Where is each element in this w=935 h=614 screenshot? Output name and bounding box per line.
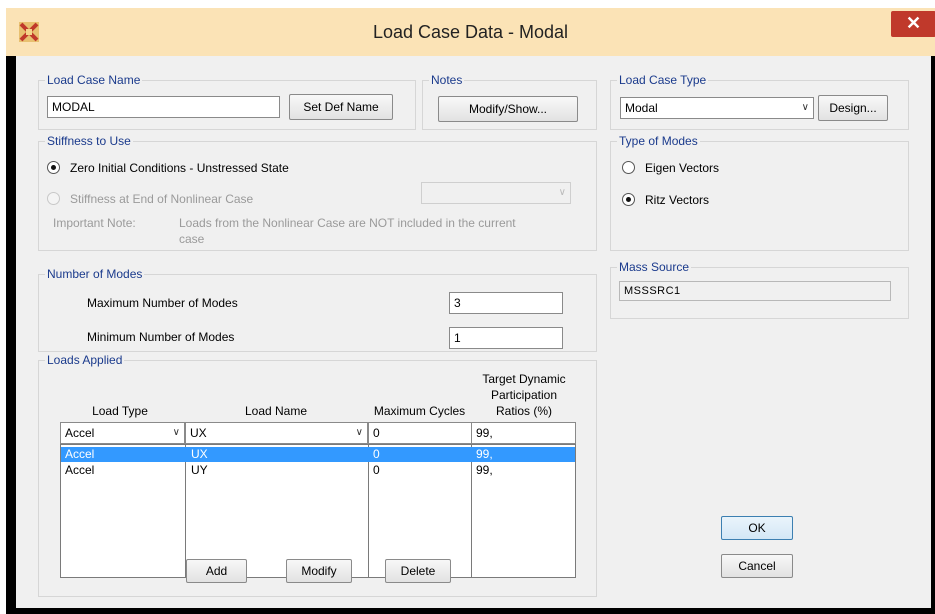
edit-max-cycles-input[interactable]: 0 [368,422,472,444]
max-modes-input[interactable]: 3 [449,292,563,314]
set-def-name-button[interactable]: Set Def Name [289,94,393,120]
number-of-modes-legend: Number of Modes [45,267,145,281]
edit-load-name-select[interactable]: UX ∨ [185,422,368,444]
min-modes-input[interactable]: 1 [449,327,563,349]
window-title: Load Case Data - Modal [372,22,569,42]
title-bar: Load Case Data - Modal ✕ [6,8,935,56]
ok-button[interactable]: OK [721,516,793,540]
load-name-header: Load Name [244,404,308,418]
max-cycles-header: Maximum Cycles [373,404,466,418]
edit-load-type-value: Accel [65,426,95,440]
load-case-type-select[interactable]: Modal ∨ [620,97,814,119]
important-note-label: Important Note: [53,216,136,230]
load-case-type-value: Modal [625,101,658,115]
eigen-vectors-radio[interactable] [622,161,635,174]
cell-load-type: Accel [65,447,95,461]
load-case-type-legend: Load Case Type [617,73,709,87]
target-ratios-header-line1: Target Dynamic [482,372,566,386]
chevron-down-icon: ∨ [558,187,566,198]
stiffness-zero-radio[interactable] [47,161,60,174]
target-ratios-header-line2: Participation [490,388,558,402]
eigen-vectors-label[interactable]: Eigen Vectors [645,161,719,175]
stiffness-zero-label[interactable]: Zero Initial Conditions - Unstressed Sta… [70,161,289,175]
target-ratios-header-line3: Ratios (%) [495,404,552,418]
stiffness-nonlinear-radio[interactable] [47,192,60,205]
close-button[interactable]: ✕ [891,11,935,37]
stiffness-legend: Stiffness to Use [45,134,133,148]
edit-target-ratio-input[interactable]: 99, [471,422,576,444]
dialog-window: Load Case Data - Modal ✕ Load Case Name … [6,8,935,614]
load-type-header: Load Type [92,404,148,418]
mass-source-legend: Mass Source [617,260,692,274]
max-modes-label: Maximum Number of Modes [87,296,238,310]
cell-target: 99, [476,447,493,461]
chevron-down-icon: ∨ [801,102,809,113]
chevron-down-icon: ∨ [355,427,363,438]
edit-load-type-select[interactable]: Accel ∨ [60,422,185,444]
cell-load-type: Accel [65,463,95,477]
modify-button[interactable]: Modify [286,559,352,583]
cell-target: 99, [476,463,493,477]
table-row[interactable]: Accel UX 0 99, [61,447,575,462]
chevron-down-icon: ∨ [172,427,180,438]
cell-max-cycles: 0 [373,463,380,477]
table-row[interactable]: Accel UY 0 99, [61,463,575,478]
notes-legend: Notes [429,73,465,87]
notes-modify-show-button[interactable]: Modify/Show... [438,96,578,122]
nonlinear-case-select[interactable]: ∨ [421,182,571,204]
edit-load-name-value: UX [190,426,207,440]
mass-source-field: MSSSRC1 [619,281,891,301]
loads-grid[interactable]: Accel UX 0 99, Accel UY 0 99, [60,444,576,578]
loads-applied-legend: Loads Applied [45,353,125,367]
cell-load-name: UY [191,463,208,477]
type-of-modes-legend: Type of Modes [617,134,700,148]
load-case-name-input[interactable]: MODAL [47,96,280,118]
dialog-client: Load Case Name MODAL Set Def Name Notes … [16,56,931,608]
cell-max-cycles: 0 [373,447,380,461]
cancel-button[interactable]: Cancel [721,554,793,578]
add-button[interactable]: Add [186,559,247,583]
important-note-text-line2: case [179,232,205,246]
load-case-name-legend: Load Case Name [45,73,143,87]
ritz-vectors-radio[interactable] [622,193,635,206]
stiffness-nonlinear-label[interactable]: Stiffness at End of Nonlinear Case [70,192,253,206]
ritz-vectors-label[interactable]: Ritz Vectors [645,193,709,207]
min-modes-label: Minimum Number of Modes [87,330,235,344]
design-button[interactable]: Design... [818,95,888,121]
cell-load-name: UX [191,447,208,461]
delete-button[interactable]: Delete [385,559,451,583]
important-note-text-line1: Loads from the Nonlinear Case are NOT in… [179,216,516,230]
